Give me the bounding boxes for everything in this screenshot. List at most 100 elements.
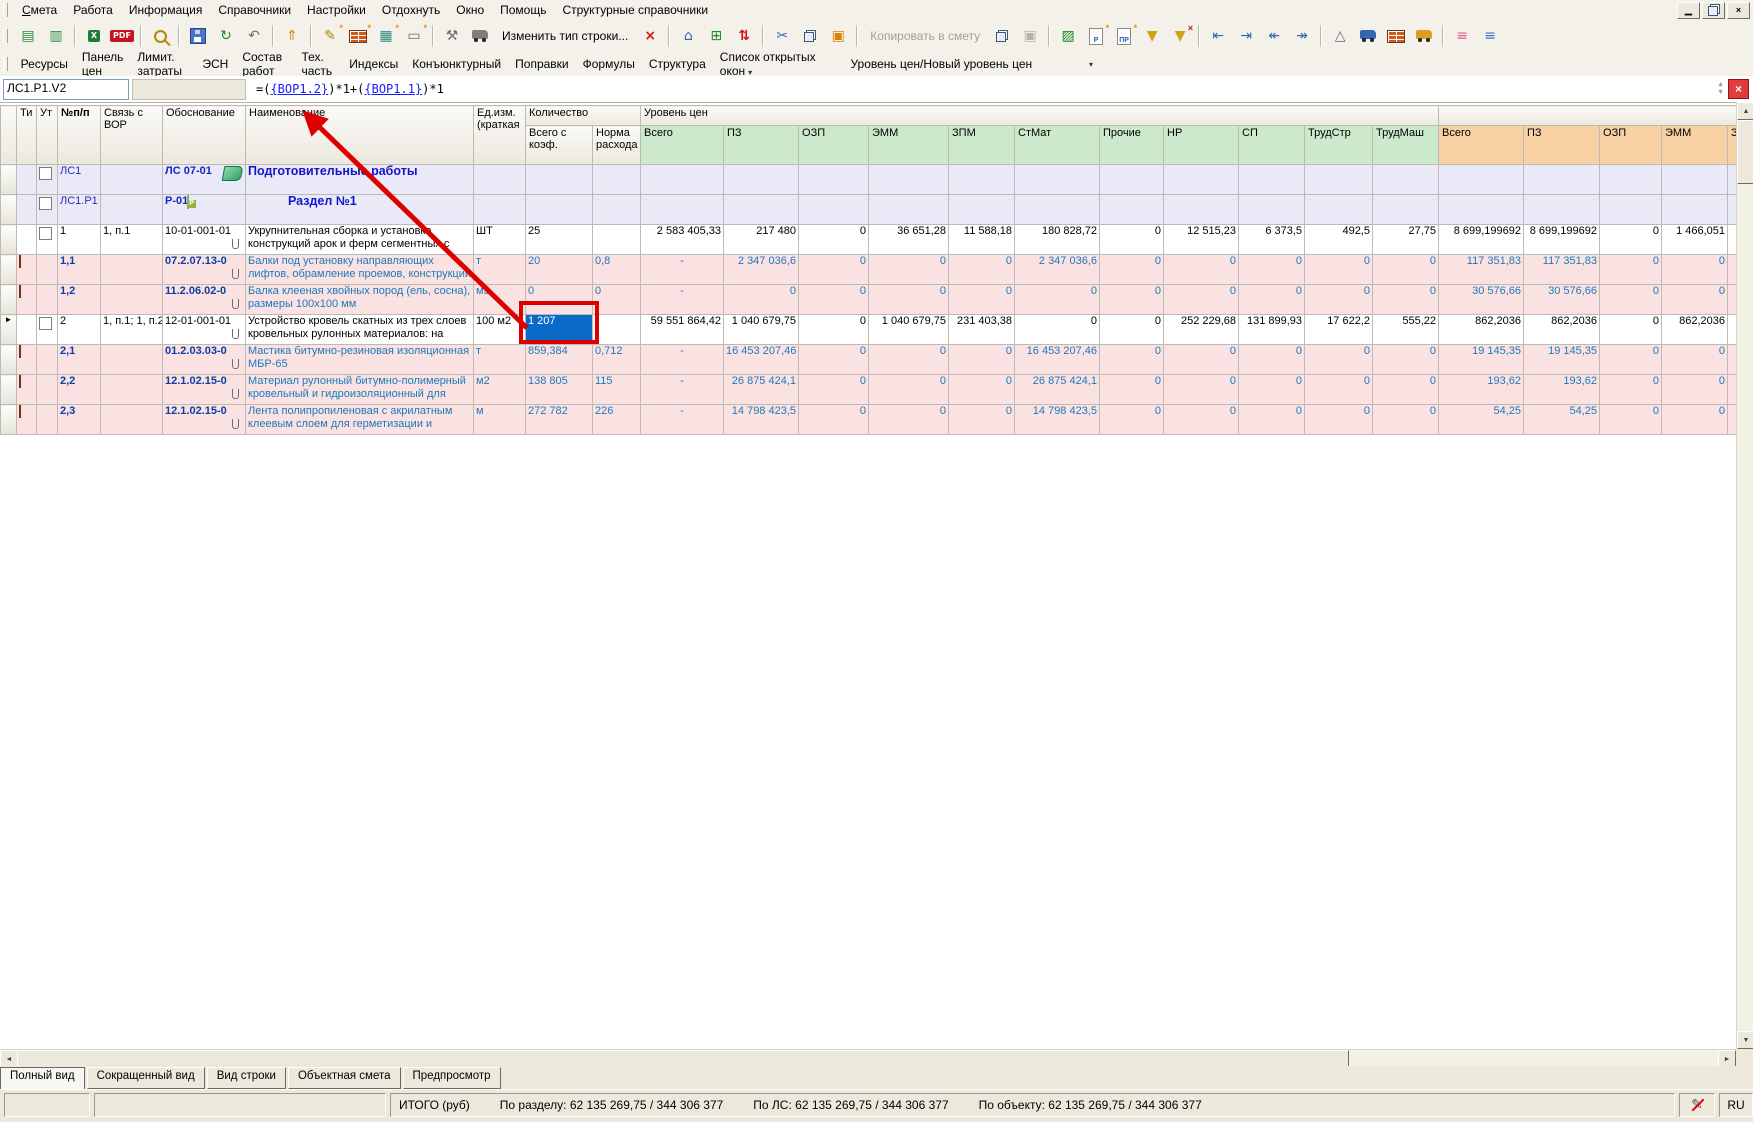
menu-item-4[interactable]: Настройки	[299, 1, 374, 19]
value-cell[interactable]: 0	[1239, 405, 1305, 435]
menu-item-1[interactable]: Работа	[65, 1, 121, 19]
bop-link-cell[interactable]	[101, 345, 163, 375]
transport-icon[interactable]	[1355, 23, 1381, 49]
value-cell[interactable]: 0	[799, 375, 869, 405]
value-cell[interactable]	[949, 165, 1015, 195]
value-cell[interactable]: 0	[869, 285, 949, 315]
object-estimate-icon[interactable]: ⌂	[675, 23, 701, 49]
row-checkbox[interactable]	[39, 197, 52, 210]
tab-3[interactable]: Объектная смета	[288, 1067, 401, 1089]
value2-cell[interactable]	[1439, 195, 1524, 225]
row-indicator-cell[interactable]	[1, 165, 17, 195]
value-cell[interactable]: 131 899,93	[1239, 315, 1305, 345]
tech-part-icon[interactable]: △	[1327, 23, 1353, 49]
value-cell[interactable]: 1 040 679,75	[869, 315, 949, 345]
value-cell[interactable]: 0	[1015, 315, 1100, 345]
num-cell[interactable]: 2,3	[58, 405, 101, 435]
num-cell[interactable]: 2	[58, 315, 101, 345]
value2-cell[interactable]: 862,2036	[1662, 315, 1728, 345]
num-cell[interactable]: 2,2	[58, 375, 101, 405]
view-button-6[interactable]: Индексы	[342, 54, 405, 74]
value-cell[interactable]: 0	[1305, 285, 1373, 315]
view-button-8[interactable]: Поправки	[508, 54, 575, 74]
minimize-button[interactable]: ▁	[1677, 2, 1700, 19]
truck-icon[interactable]	[467, 23, 493, 49]
value-cell[interactable]: -	[641, 345, 724, 375]
basis-cell[interactable]: 10-01-001-01	[163, 225, 246, 255]
row-indicator-cell[interactable]	[1, 195, 17, 225]
basis-cell[interactable]: 01.2.03.03-0	[163, 345, 246, 375]
value-cell[interactable]: -	[641, 255, 724, 285]
formula-spinner[interactable]: ▲▼	[1717, 81, 1724, 96]
value-cell[interactable]	[1100, 165, 1164, 195]
value-cell[interactable]	[1015, 165, 1100, 195]
qty-cell[interactable]: 0	[526, 285, 593, 315]
bop-link-cell[interactable]	[101, 255, 163, 285]
value-cell[interactable]: 0	[799, 405, 869, 435]
row-type-cell[interactable]	[17, 345, 37, 375]
shift-right-icon[interactable]: ↠	[1289, 23, 1315, 49]
menu-item-8[interactable]: Структурные справочники	[554, 1, 716, 19]
value2-cell[interactable]	[1728, 345, 1736, 375]
value2-cell[interactable]: 0	[1662, 285, 1728, 315]
value2-cell[interactable]: 0	[1662, 405, 1728, 435]
value2-cell[interactable]	[1600, 195, 1662, 225]
value-cell[interactable]: 0	[1239, 345, 1305, 375]
value2-cell[interactable]: 8 699,199692	[1439, 225, 1524, 255]
bop-link-cell[interactable]: 1, п.1; 1, п.2	[101, 315, 163, 345]
value2-cell[interactable]	[1728, 405, 1736, 435]
value-cell[interactable]: 6 373,5	[1239, 225, 1305, 255]
value2-cell[interactable]	[1728, 285, 1736, 315]
name-cell[interactable]: Устройство кровель скатных из трех слоев…	[246, 315, 474, 345]
rate-cell[interactable]: 0	[593, 285, 641, 315]
value-cell[interactable]	[1305, 165, 1373, 195]
formula-link-bop1[interactable]: {BOP1.1}	[364, 82, 422, 96]
doc-pp-icon[interactable]: ПР*	[1111, 23, 1137, 49]
value2-cell[interactable]: 19 145,35	[1524, 345, 1600, 375]
view-button-0[interactable]: Ресурсы	[14, 54, 75, 74]
approve-cell[interactable]	[37, 375, 58, 405]
value2-cell[interactable]	[1728, 255, 1736, 285]
bop-link-cell[interactable]: 1, п.1	[101, 225, 163, 255]
approve-cell[interactable]	[37, 165, 58, 195]
value-cell[interactable]: 0	[1239, 255, 1305, 285]
value2-cell[interactable]	[1524, 165, 1600, 195]
approve-cell[interactable]	[37, 195, 58, 225]
qty-cell[interactable]: 1 207	[526, 315, 593, 345]
pdf-export-icon[interactable]: PDF	[109, 23, 135, 49]
value-cell[interactable]: 0	[799, 255, 869, 285]
add-document-icon[interactable]: ⊞	[703, 23, 729, 49]
horizontal-scroll-thumb[interactable]	[17, 1050, 1349, 1067]
view-button-10[interactable]: Структура	[642, 54, 713, 74]
menu-item-2[interactable]: Информация	[121, 1, 210, 19]
index-layers-icon[interactable]: ≡	[1477, 23, 1503, 49]
value-cell[interactable]: 0	[869, 375, 949, 405]
unit-cell[interactable]: м	[474, 405, 526, 435]
bop-link-cell[interactable]	[101, 375, 163, 405]
add-resource-icon[interactable]: *	[345, 23, 371, 49]
change-row-type-button[interactable]: Изменить тип строки...	[495, 23, 635, 49]
shift-left-icon[interactable]: ↞	[1261, 23, 1287, 49]
vertical-scroll-thumb[interactable]	[1737, 120, 1753, 184]
unit-cell[interactable]	[474, 165, 526, 195]
view-button-3[interactable]: ЭСН	[195, 54, 235, 74]
value2-cell[interactable]	[1662, 165, 1728, 195]
value-cell[interactable]	[724, 195, 799, 225]
menu-item-0[interactable]: Смета	[14, 1, 65, 19]
value-cell[interactable]: 59 551 864,42	[641, 315, 724, 345]
value-cell[interactable]	[1373, 195, 1439, 225]
value-cell[interactable]: 0	[1164, 375, 1239, 405]
value-cell[interactable]: 0	[869, 405, 949, 435]
row-type-cell[interactable]	[17, 405, 37, 435]
horizontal-scrollbar[interactable]: ◄ ►	[0, 1049, 1736, 1067]
value2-cell[interactable]: 54,25	[1439, 405, 1524, 435]
value-cell[interactable]	[869, 165, 949, 195]
value2-cell[interactable]	[1600, 165, 1662, 195]
row-type-cell[interactable]	[17, 375, 37, 405]
value-cell[interactable]: 0	[1239, 285, 1305, 315]
unit-cell[interactable]	[474, 195, 526, 225]
bop-link-cell[interactable]	[101, 405, 163, 435]
language-indicator[interactable]: RU	[1719, 1093, 1753, 1117]
value-cell[interactable]: 0	[1373, 255, 1439, 285]
value-cell[interactable]: 2 583 405,33	[641, 225, 724, 255]
